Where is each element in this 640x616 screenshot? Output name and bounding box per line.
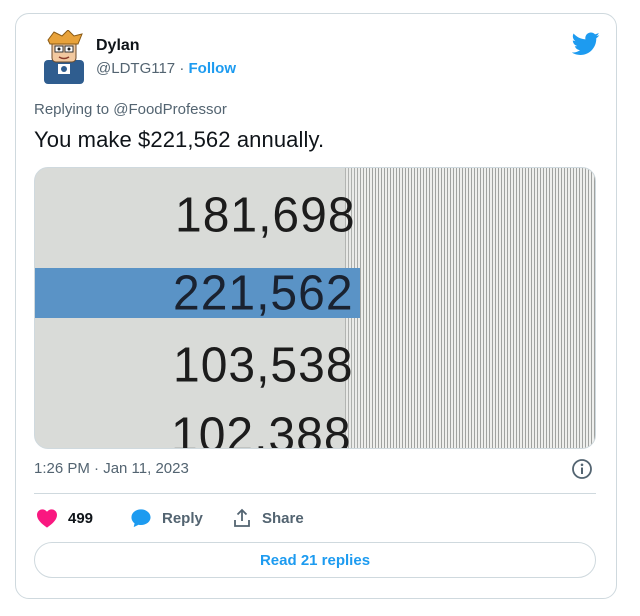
tweet-photo[interactable]: 181,698 221,562 103,538 102,388 xyxy=(34,167,596,449)
reply-label: Reply xyxy=(162,509,203,527)
share-label: Share xyxy=(262,509,304,527)
photo-number: 102,388 xyxy=(171,408,352,449)
photo-number: 103,538 xyxy=(173,338,354,393)
replying-to: Replying to @FoodProfessor xyxy=(34,101,227,118)
avatar[interactable] xyxy=(40,29,88,84)
read-replies-button[interactable]: Read 21 replies xyxy=(34,542,596,578)
twitter-bird-icon[interactable] xyxy=(571,32,600,56)
info-icon[interactable] xyxy=(571,458,593,480)
share-icon xyxy=(234,508,250,527)
reply-bubble-icon xyxy=(131,509,151,528)
like-count: 499 xyxy=(68,509,94,527)
reply-button[interactable]: Reply xyxy=(130,505,203,531)
screen-moire xyxy=(345,168,595,448)
photo-number: 181,698 xyxy=(175,188,356,243)
action-bar: 499 Reply Share xyxy=(34,505,596,531)
tweet-card: Dylan @LDTG117 · Follow Replying to @Foo… xyxy=(15,13,617,599)
replying-mention[interactable]: @FoodProfessor xyxy=(113,101,227,118)
author-handle-row: @LDTG117 · Follow xyxy=(96,60,236,77)
heart-icon xyxy=(37,509,57,528)
photo-number-highlighted: 221,562 xyxy=(173,266,354,321)
author-name[interactable]: Dylan xyxy=(96,37,140,55)
tweet-timestamp[interactable]: 1:26 PM · Jan 11, 2023 xyxy=(34,460,189,477)
divider xyxy=(34,493,596,494)
like-button[interactable]: 499 xyxy=(36,505,93,531)
follow-button[interactable]: Follow xyxy=(189,60,237,77)
tweet-text: You make $221,562 annually. xyxy=(34,127,325,152)
tweet-header: Dylan @LDTG117 · Follow xyxy=(40,29,600,86)
handle-separator: · xyxy=(179,60,185,77)
replying-prefix: Replying to xyxy=(34,101,110,118)
share-button[interactable]: Share xyxy=(232,505,304,531)
author-handle[interactable]: @LDTG117 xyxy=(96,60,175,77)
